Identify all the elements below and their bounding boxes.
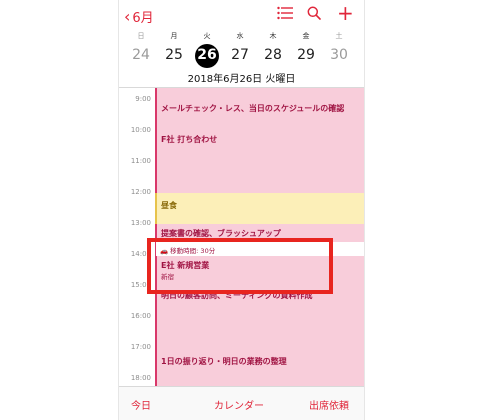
list-view-icon[interactable]: [277, 6, 293, 20]
weekday-mon: 月: [170, 32, 178, 40]
event-title: 昼食: [161, 201, 177, 210]
hour-label: 10:00: [130, 126, 151, 134]
weekday-tue: 火: [203, 32, 211, 40]
event-email-check[interactable]: メールチェック・レス、当日のスケジュールの確認: [155, 88, 364, 131]
hour-label: 18:00: [130, 374, 151, 382]
date-29[interactable]: 29: [291, 47, 321, 63]
event-title: 1日の振り返り・明日の業務の整理: [161, 357, 287, 366]
weekday-thu: 木: [269, 32, 277, 40]
date-26-selected[interactable]: 26: [192, 47, 222, 63]
selected-date-caption: 2018年6月26日 火曜日: [187, 74, 296, 85]
date-27[interactable]: 27: [225, 47, 255, 63]
hour-label: 13:00: [130, 219, 151, 227]
weekday-header: 日 月 火 水 木 金 土: [119, 31, 364, 43]
highlight-box: [147, 238, 333, 294]
hour-label: 17:00: [130, 343, 151, 351]
weekday-fri: 金: [302, 32, 310, 40]
chevron-left-icon: ‹: [124, 6, 131, 26]
event-daily-review[interactable]: 1日の振り返り・明日の業務の整理: [155, 349, 364, 386]
nav-bar: ‹ 6月 +: [119, 0, 364, 30]
week-dates: 24 25 26 27 28 29 30: [119, 43, 364, 69]
event-lunch[interactable]: 昼食: [155, 193, 364, 224]
event-f-meeting[interactable]: F社 打ち合わせ: [155, 131, 364, 193]
weekday-sat: 土: [335, 32, 343, 40]
hour-label: 11:00: [130, 157, 151, 165]
day-timeline[interactable]: 9:00 10:00 11:00 12:00 13:00 14:00 15:00…: [119, 88, 364, 386]
weekday-wed: 水: [236, 32, 244, 40]
event-title: メールチェック・レス、当日のスケジュールの確認: [161, 104, 345, 113]
bottom-toolbar: 今日 カレンダー 出席依頼: [119, 386, 364, 420]
search-icon[interactable]: [307, 6, 321, 20]
hour-label: 16:00: [130, 312, 151, 320]
weekday-sun: 日: [137, 32, 145, 40]
date-24[interactable]: 24: [126, 47, 156, 63]
phone-screen: ‹ 6月 + 日 月 火 水 木 金 土 24 25 26 27 28 29 3…: [118, 0, 365, 420]
date-28[interactable]: 28: [258, 47, 288, 63]
back-label: 6月: [132, 11, 154, 26]
date-30[interactable]: 30: [324, 47, 354, 63]
today-button[interactable]: 今日: [131, 397, 151, 412]
add-event-icon[interactable]: +: [337, 3, 354, 23]
back-button[interactable]: ‹ 6月: [124, 7, 154, 26]
hour-label: 9:00: [135, 95, 151, 103]
inbox-button[interactable]: 出席依頼: [309, 397, 349, 412]
calendars-button[interactable]: カレンダー: [214, 397, 264, 412]
hour-label: 12:00: [130, 188, 151, 196]
date-25[interactable]: 25: [159, 47, 189, 63]
event-materials-prep[interactable]: 明日の顧客訪問、ミーティングの資料作成: [155, 287, 364, 349]
event-title: F社 打ち合わせ: [161, 135, 218, 144]
